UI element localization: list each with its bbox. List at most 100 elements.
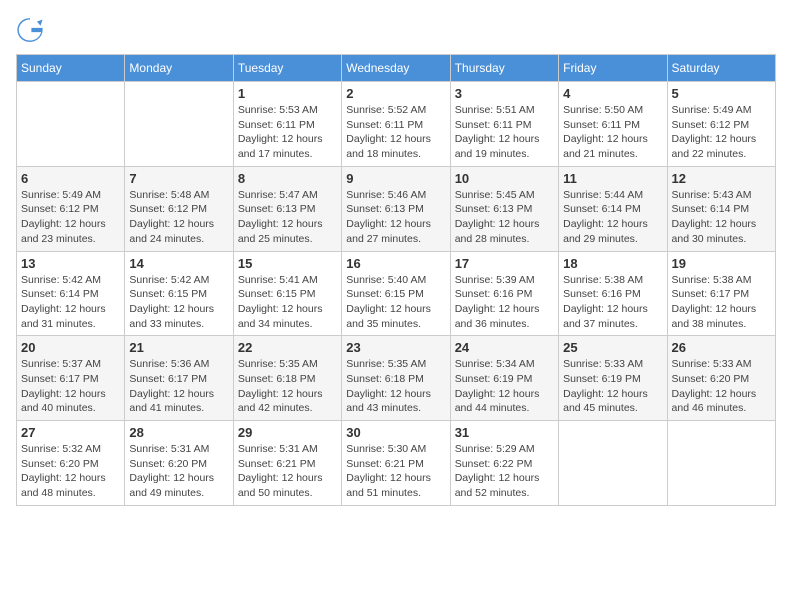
day-info: Sunrise: 5:52 AMSunset: 6:11 PMDaylight:…	[346, 103, 445, 162]
day-info: Sunrise: 5:37 AMSunset: 6:17 PMDaylight:…	[21, 357, 120, 416]
day-number: 20	[21, 340, 120, 355]
day-number: 9	[346, 171, 445, 186]
day-info: Sunrise: 5:31 AMSunset: 6:21 PMDaylight:…	[238, 442, 337, 501]
calendar-cell: 29 Sunrise: 5:31 AMSunset: 6:21 PMDayligh…	[233, 421, 341, 506]
day-number: 21	[129, 340, 228, 355]
calendar-header-row: Sunday Monday Tuesday Wednesday Thursday…	[17, 55, 776, 82]
day-info: Sunrise: 5:48 AMSunset: 6:12 PMDaylight:…	[129, 188, 228, 247]
calendar-cell: 2 Sunrise: 5:52 AMSunset: 6:11 PMDaylight…	[342, 82, 450, 167]
page-header	[16, 16, 776, 44]
day-info: Sunrise: 5:45 AMSunset: 6:13 PMDaylight:…	[455, 188, 554, 247]
day-info: Sunrise: 5:44 AMSunset: 6:14 PMDaylight:…	[563, 188, 662, 247]
day-info: Sunrise: 5:49 AMSunset: 6:12 PMDaylight:…	[672, 103, 771, 162]
day-number: 14	[129, 256, 228, 271]
day-number: 12	[672, 171, 771, 186]
day-info: Sunrise: 5:42 AMSunset: 6:15 PMDaylight:…	[129, 273, 228, 332]
calendar-week-row: 1Sunrise: 5:53 AMSunset: 6:11 PMDaylight…	[17, 82, 776, 167]
day-number: 31	[455, 425, 554, 440]
day-number: 23	[346, 340, 445, 355]
day-info: Sunrise: 5:29 AMSunset: 6:22 PMDaylight:…	[455, 442, 554, 501]
day-number: 17	[455, 256, 554, 271]
calendar-cell: 8 Sunrise: 5:47 AMSunset: 6:13 PMDaylight…	[233, 166, 341, 251]
calendar-cell: 1Sunrise: 5:53 AMSunset: 6:11 PMDaylight…	[233, 82, 341, 167]
day-info: Sunrise: 5:35 AMSunset: 6:18 PMDaylight:…	[238, 357, 337, 416]
day-info: Sunrise: 5:38 AMSunset: 6:16 PMDaylight:…	[563, 273, 662, 332]
calendar-cell: 30 Sunrise: 5:30 AMSunset: 6:21 PMDayligh…	[342, 421, 450, 506]
calendar-cell: 23 Sunrise: 5:35 AMSunset: 6:18 PMDayligh…	[342, 336, 450, 421]
col-monday: Monday	[125, 55, 233, 82]
calendar-week-row: 27 Sunrise: 5:32 AMSunset: 6:20 PMDayligh…	[17, 421, 776, 506]
day-number: 2	[346, 86, 445, 101]
calendar-cell: 14 Sunrise: 5:42 AMSunset: 6:15 PMDayligh…	[125, 251, 233, 336]
calendar-cell	[667, 421, 775, 506]
col-tuesday: Tuesday	[233, 55, 341, 82]
day-number: 26	[672, 340, 771, 355]
calendar-cell: 28Sunrise: 5:31 AMSunset: 6:20 PMDayligh…	[125, 421, 233, 506]
calendar-cell: 15Sunrise: 5:41 AMSunset: 6:15 PMDayligh…	[233, 251, 341, 336]
calendar-cell: 5 Sunrise: 5:49 AMSunset: 6:12 PMDaylight…	[667, 82, 775, 167]
day-number: 25	[563, 340, 662, 355]
calendar-week-row: 6 Sunrise: 5:49 AMSunset: 6:12 PMDaylight…	[17, 166, 776, 251]
calendar-cell: 31 Sunrise: 5:29 AMSunset: 6:22 PMDayligh…	[450, 421, 558, 506]
calendar-cell: 3Sunrise: 5:51 AMSunset: 6:11 PMDaylight…	[450, 82, 558, 167]
day-info: Sunrise: 5:39 AMSunset: 6:16 PMDaylight:…	[455, 273, 554, 332]
calendar-cell: 18 Sunrise: 5:38 AMSunset: 6:16 PMDayligh…	[559, 251, 667, 336]
calendar-cell: 21 Sunrise: 5:36 AMSunset: 6:17 PMDayligh…	[125, 336, 233, 421]
day-info: Sunrise: 5:36 AMSunset: 6:17 PMDaylight:…	[129, 357, 228, 416]
calendar-cell: 24 Sunrise: 5:34 AMSunset: 6:19 PMDayligh…	[450, 336, 558, 421]
day-number: 18	[563, 256, 662, 271]
day-info: Sunrise: 5:35 AMSunset: 6:18 PMDaylight:…	[346, 357, 445, 416]
calendar-cell: 17 Sunrise: 5:39 AMSunset: 6:16 PMDayligh…	[450, 251, 558, 336]
col-saturday: Saturday	[667, 55, 775, 82]
calendar-cell: 13 Sunrise: 5:42 AMSunset: 6:14 PMDayligh…	[17, 251, 125, 336]
day-info: Sunrise: 5:47 AMSunset: 6:13 PMDaylight:…	[238, 188, 337, 247]
col-friday: Friday	[559, 55, 667, 82]
calendar-cell: 11Sunrise: 5:44 AMSunset: 6:14 PMDayligh…	[559, 166, 667, 251]
calendar-cell	[17, 82, 125, 167]
day-info: Sunrise: 5:34 AMSunset: 6:19 PMDaylight:…	[455, 357, 554, 416]
calendar-cell: 19 Sunrise: 5:38 AMSunset: 6:17 PMDayligh…	[667, 251, 775, 336]
calendar-cell: 10 Sunrise: 5:45 AMSunset: 6:13 PMDayligh…	[450, 166, 558, 251]
day-info: Sunrise: 5:38 AMSunset: 6:17 PMDaylight:…	[672, 273, 771, 332]
day-number: 30	[346, 425, 445, 440]
col-sunday: Sunday	[17, 55, 125, 82]
day-number: 24	[455, 340, 554, 355]
day-info: Sunrise: 5:41 AMSunset: 6:15 PMDaylight:…	[238, 273, 337, 332]
day-info: Sunrise: 5:50 AMSunset: 6:11 PMDaylight:…	[563, 103, 662, 162]
day-number: 29	[238, 425, 337, 440]
calendar-cell: 25 Sunrise: 5:33 AMSunset: 6:19 PMDayligh…	[559, 336, 667, 421]
day-number: 13	[21, 256, 120, 271]
col-thursday: Thursday	[450, 55, 558, 82]
calendar-cell	[125, 82, 233, 167]
day-info: Sunrise: 5:53 AMSunset: 6:11 PMDaylight:…	[238, 103, 337, 162]
day-info: Sunrise: 5:42 AMSunset: 6:14 PMDaylight:…	[21, 273, 120, 332]
day-number: 5	[672, 86, 771, 101]
col-wednesday: Wednesday	[342, 55, 450, 82]
day-number: 16	[346, 256, 445, 271]
calendar-cell: 7 Sunrise: 5:48 AMSunset: 6:12 PMDaylight…	[125, 166, 233, 251]
day-number: 8	[238, 171, 337, 186]
calendar-cell: 20 Sunrise: 5:37 AMSunset: 6:17 PMDayligh…	[17, 336, 125, 421]
day-info: Sunrise: 5:40 AMSunset: 6:15 PMDaylight:…	[346, 273, 445, 332]
day-number: 7	[129, 171, 228, 186]
day-number: 6	[21, 171, 120, 186]
calendar-cell: 22Sunrise: 5:35 AMSunset: 6:18 PMDayligh…	[233, 336, 341, 421]
day-number: 27	[21, 425, 120, 440]
day-info: Sunrise: 5:30 AMSunset: 6:21 PMDaylight:…	[346, 442, 445, 501]
day-info: Sunrise: 5:49 AMSunset: 6:12 PMDaylight:…	[21, 188, 120, 247]
calendar-cell: 4Sunrise: 5:50 AMSunset: 6:11 PMDaylight…	[559, 82, 667, 167]
logo-icon	[16, 16, 44, 44]
day-info: Sunrise: 5:31 AMSunset: 6:20 PMDaylight:…	[129, 442, 228, 501]
day-number: 10	[455, 171, 554, 186]
day-info: Sunrise: 5:51 AMSunset: 6:11 PMDaylight:…	[455, 103, 554, 162]
day-info: Sunrise: 5:33 AMSunset: 6:19 PMDaylight:…	[563, 357, 662, 416]
day-info: Sunrise: 5:33 AMSunset: 6:20 PMDaylight:…	[672, 357, 771, 416]
calendar-week-row: 13 Sunrise: 5:42 AMSunset: 6:14 PMDayligh…	[17, 251, 776, 336]
calendar-cell: 12Sunrise: 5:43 AMSunset: 6:14 PMDayligh…	[667, 166, 775, 251]
calendar-cell	[559, 421, 667, 506]
calendar-cell: 6 Sunrise: 5:49 AMSunset: 6:12 PMDaylight…	[17, 166, 125, 251]
day-number: 19	[672, 256, 771, 271]
logo	[16, 16, 48, 44]
calendar-cell: 16 Sunrise: 5:40 AMSunset: 6:15 PMDayligh…	[342, 251, 450, 336]
day-info: Sunrise: 5:32 AMSunset: 6:20 PMDaylight:…	[21, 442, 120, 501]
